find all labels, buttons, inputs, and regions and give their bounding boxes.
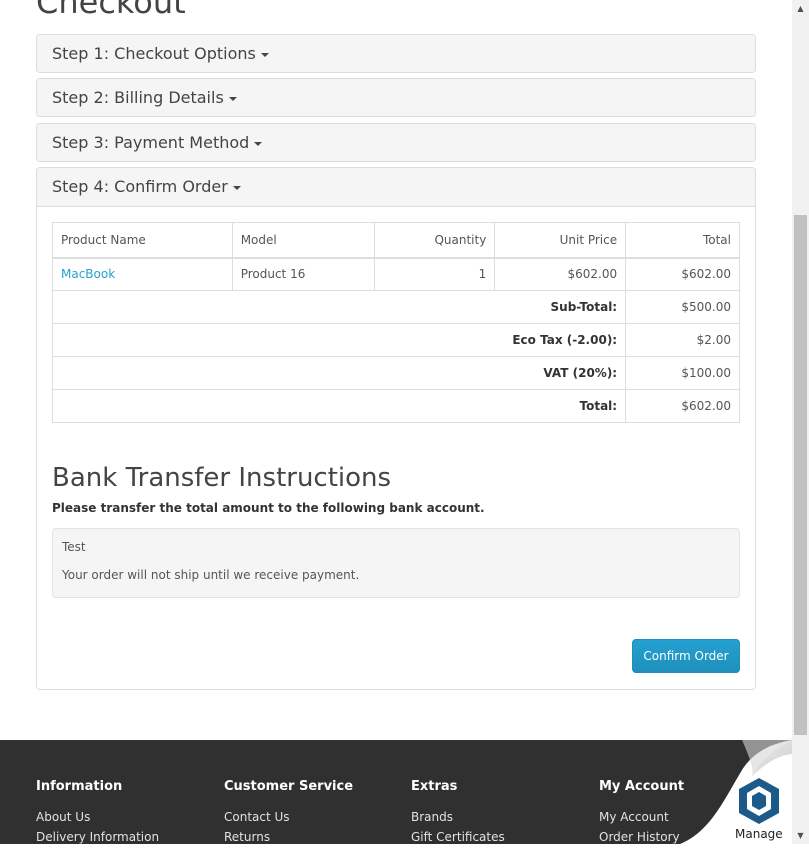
checkout-page: Checkout Step 1: Checkout Options Step 2… [0,0,792,844]
step-1-panel: Step 1: Checkout Options [36,34,756,73]
caret-down-icon [228,96,237,101]
col-header-model: Model [231,222,376,259]
col-header-total: Total [625,222,740,259]
footer-link-delivery-information[interactable]: Delivery Information [36,827,159,847]
bank-transfer-note: Please transfer the total amount to the … [52,501,485,515]
col-header-unit-price: Unit Price [494,222,627,259]
footer-link-my-account[interactable]: My Account [599,807,684,827]
subtotal-row: Sub-Total: $500.00 [51,290,740,324]
manage-label: Manage [735,827,783,841]
step-3-heading[interactable]: Step 3: Payment Method [37,124,755,161]
footer-column-information: Information About Us Delivery Informatio… [36,778,159,847]
col-header-quantity: Quantity [374,222,496,259]
total-value: $602.00 [625,389,740,423]
step-3-panel: Step 3: Payment Method [36,123,756,162]
product-quantity-cell: 1 [374,257,496,291]
product-model-cell: Product 16 [231,257,376,291]
footer-column-extras: Extras Brands Gift Certificates [411,778,505,847]
scroll-thumb[interactable] [794,215,807,735]
footer-link-order-history[interactable]: Order History [599,827,684,847]
footer-link-about-us[interactable]: About Us [36,807,159,827]
footer-link-gift-certificates[interactable]: Gift Certificates [411,827,505,847]
scroll-up-arrow-icon[interactable]: ▲ [792,0,809,17]
footer-heading: Customer Service [224,779,354,794]
caret-down-icon [260,52,269,57]
step-1-label[interactable]: Step 1: Checkout Options [52,44,256,63]
footer-heading: My Account [599,779,685,794]
table-header-row: Product Name Model Quantity Unit Price T… [52,222,740,259]
bank-transfer-title: Bank Transfer Instructions [52,463,392,493]
caret-down-icon [254,141,263,146]
product-name-cell: MacBook [52,257,233,291]
footer-link-contact-us[interactable]: Contact Us [224,807,353,827]
step-4-panel: Step 4: Confirm Order Product Name Model… [36,167,756,690]
footer-link-returns[interactable]: Returns [224,827,353,847]
caret-down-icon [232,185,241,190]
step-1-heading[interactable]: Step 1: Checkout Options [37,35,755,72]
manage-widget[interactable]: Manage [680,740,792,844]
page-title: Checkout [36,0,186,21]
product-unit-price-cell: $602.00 [494,257,627,291]
footer-column-customer-service: Customer Service Contact Us Returns [224,778,353,847]
site-footer: Information About Us Delivery Informatio… [0,740,792,844]
confirm-order-body: Product Name Model Quantity Unit Price T… [37,207,755,673]
confirm-order-button[interactable]: Confirm Order [632,639,740,673]
product-link[interactable]: MacBook [61,267,115,281]
vat-label: VAT (20%): [51,356,627,390]
footer-link-brands[interactable]: Brands [411,807,505,827]
eco-tax-row: Eco Tax (-2.00): $2.00 [51,323,740,357]
bitnami-hexagon-icon [739,778,779,824]
eco-tax-value: $2.00 [625,323,740,357]
step-2-heading[interactable]: Step 2: Billing Details [37,79,755,116]
bank-details-text: Test [62,540,86,554]
table-row: MacBook Product 16 1 $602.00 $602.00 [52,257,740,291]
footer-heading: Information [36,779,123,794]
vat-value: $100.00 [625,356,740,390]
step-3-label[interactable]: Step 3: Payment Method [52,133,249,152]
footer-heading: Extras [411,779,458,794]
bank-details-box: Test Your order will not ship until we r… [52,528,740,598]
vat-row: VAT (20%): $100.00 [51,356,740,390]
col-header-product-name: Product Name [52,222,233,259]
vertical-scrollbar[interactable]: ▲ ▼ [792,0,809,844]
step-4-heading[interactable]: Step 4: Confirm Order [37,168,755,207]
eco-tax-label: Eco Tax (-2.00): [51,323,627,357]
footer-column-my-account: My Account My Account Order History [599,778,684,847]
step-2-panel: Step 2: Billing Details [36,78,756,117]
scroll-down-arrow-icon[interactable]: ▼ [792,827,809,844]
step-2-label[interactable]: Step 2: Billing Details [52,88,224,107]
subtotal-value: $500.00 [625,290,740,324]
total-label: Total: [51,389,627,423]
order-table: Product Name Model Quantity Unit Price T… [51,222,740,423]
payment-warning-text: Your order will not ship until we receiv… [62,568,360,582]
step-4-label[interactable]: Step 4: Confirm Order [52,177,228,196]
total-row: Total: $602.00 [51,389,740,423]
product-total-cell: $602.00 [625,257,740,291]
subtotal-label: Sub-Total: [51,290,627,324]
